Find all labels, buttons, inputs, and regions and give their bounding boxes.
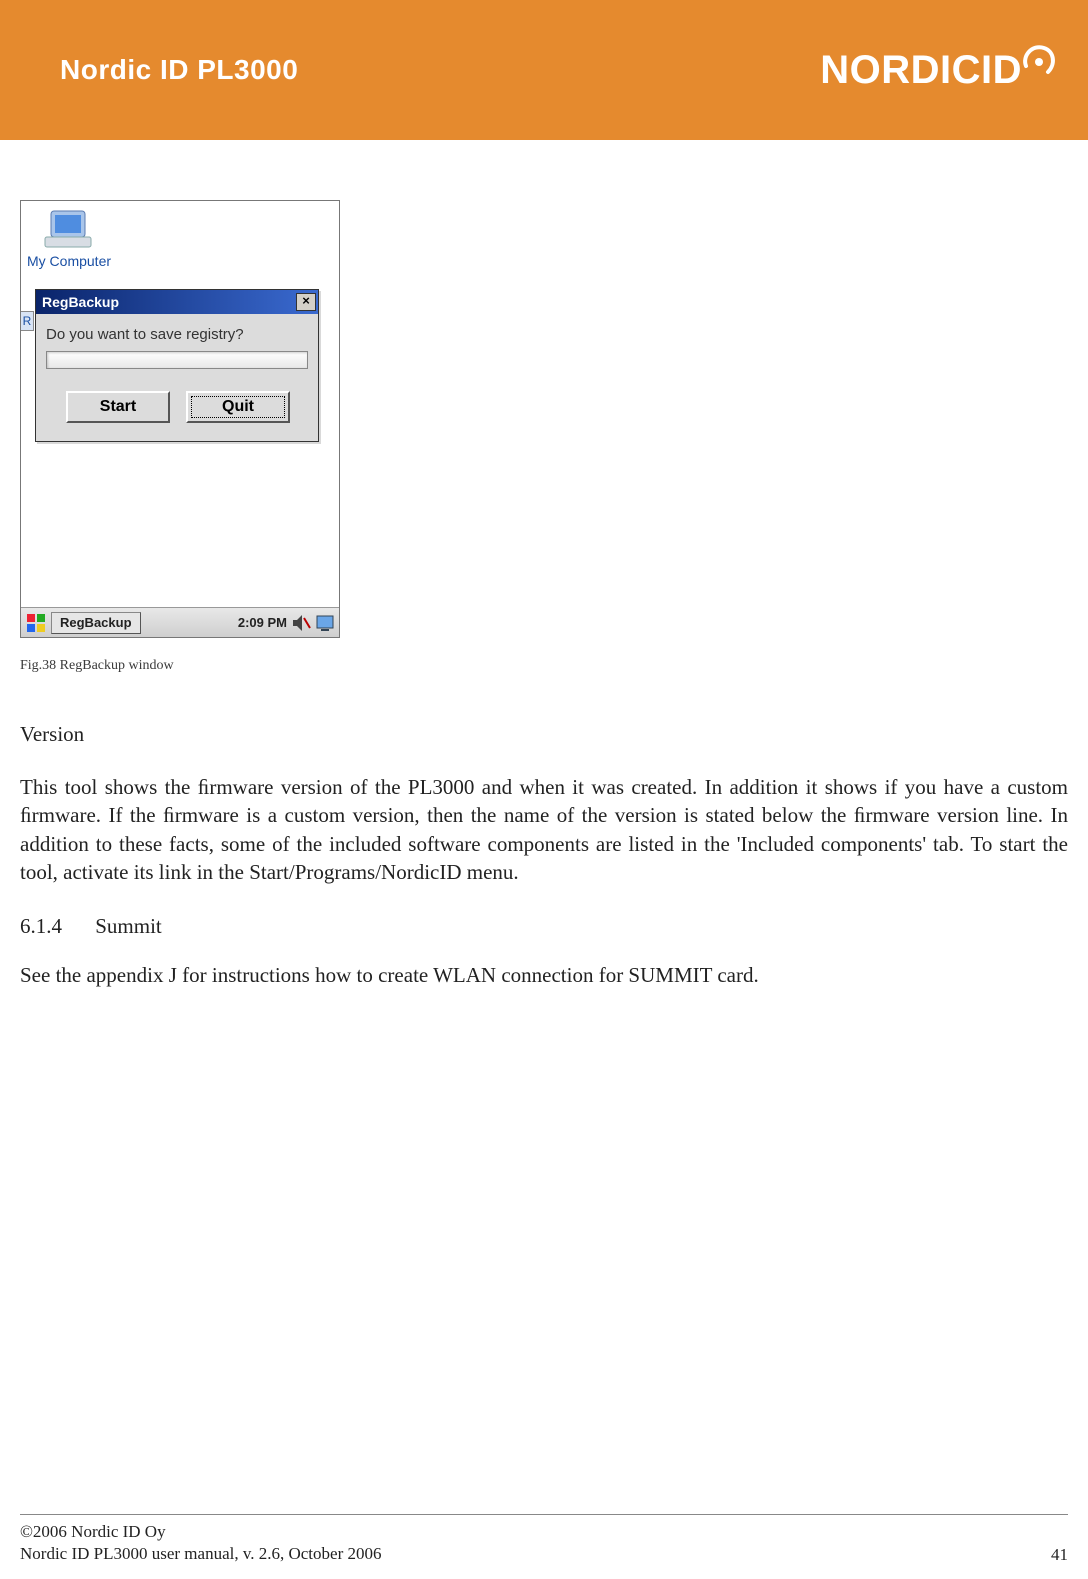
clock: 2:09 PM [238, 615, 287, 630]
volume-mute-icon[interactable] [291, 613, 311, 633]
taskbar: RegBackup 2:09 PM [21, 607, 339, 637]
quit-button[interactable]: Quit [186, 391, 290, 423]
summit-title: Summit [95, 914, 162, 938]
dialog-titlebar: RegBackup × [36, 290, 318, 314]
figure-caption: Fig.38 RegBackup window [20, 658, 1068, 674]
logo-text: NORDICID [820, 48, 1022, 93]
dialog-body: Do you want to save registry? Start Quit [36, 314, 318, 441]
my-computer-label: My Computer [27, 253, 111, 269]
screenshot-figure: My Computer R RegBackup × Do you want to… [20, 200, 340, 638]
progress-bar [46, 351, 308, 369]
r-tab[interactable]: R [21, 311, 34, 331]
summit-number: 6.1.4 [20, 914, 90, 939]
page-footer: ©2006 Nordic ID Oy Nordic ID PL3000 user… [20, 1514, 1068, 1565]
page-number: 41 [1051, 1545, 1068, 1565]
header-logo: NORDICID [820, 48, 1058, 93]
device-screenshot: My Computer R RegBackup × Do you want to… [20, 200, 340, 638]
taskbar-app-button[interactable]: RegBackup [51, 612, 141, 634]
system-tray: 2:09 PM [238, 613, 335, 633]
header-bar: Nordic ID PL3000 NORDICID [0, 0, 1088, 140]
footer-left: ©2006 Nordic ID Oy Nordic ID PL3000 user… [20, 1521, 382, 1565]
start-icon[interactable] [25, 612, 47, 634]
dialog-title: RegBackup [42, 294, 119, 310]
desktop-area: My Computer R RegBackup × Do you want to… [21, 201, 339, 607]
footer-doc-info: Nordic ID PL3000 user manual, v. 2.6, Oc… [20, 1543, 382, 1565]
logo-swirl-icon [1020, 42, 1058, 76]
summit-heading: 6.1.4 Summit [20, 914, 1068, 939]
computer-icon [43, 207, 95, 251]
desktop-tray-icon[interactable] [315, 613, 335, 633]
my-computer-icon[interactable]: My Computer [27, 207, 111, 269]
dialog-message: Do you want to save registry? [46, 326, 308, 343]
page-content: My Computer R RegBackup × Do you want to… [0, 140, 1088, 990]
version-heading: Version [20, 722, 1068, 747]
regbackup-dialog: RegBackup × Do you want to save registry… [35, 289, 319, 442]
version-body: This tool shows the ﬁrmware version of t… [20, 773, 1068, 886]
dialog-button-row: Start Quit [46, 391, 308, 423]
close-button[interactable]: × [296, 293, 316, 311]
footer-copyright: ©2006 Nordic ID Oy [20, 1521, 382, 1543]
summit-body: See the appendix J for instructions how … [20, 961, 1068, 989]
header-title: Nordic ID PL3000 [60, 54, 298, 86]
start-button[interactable]: Start [66, 391, 170, 423]
